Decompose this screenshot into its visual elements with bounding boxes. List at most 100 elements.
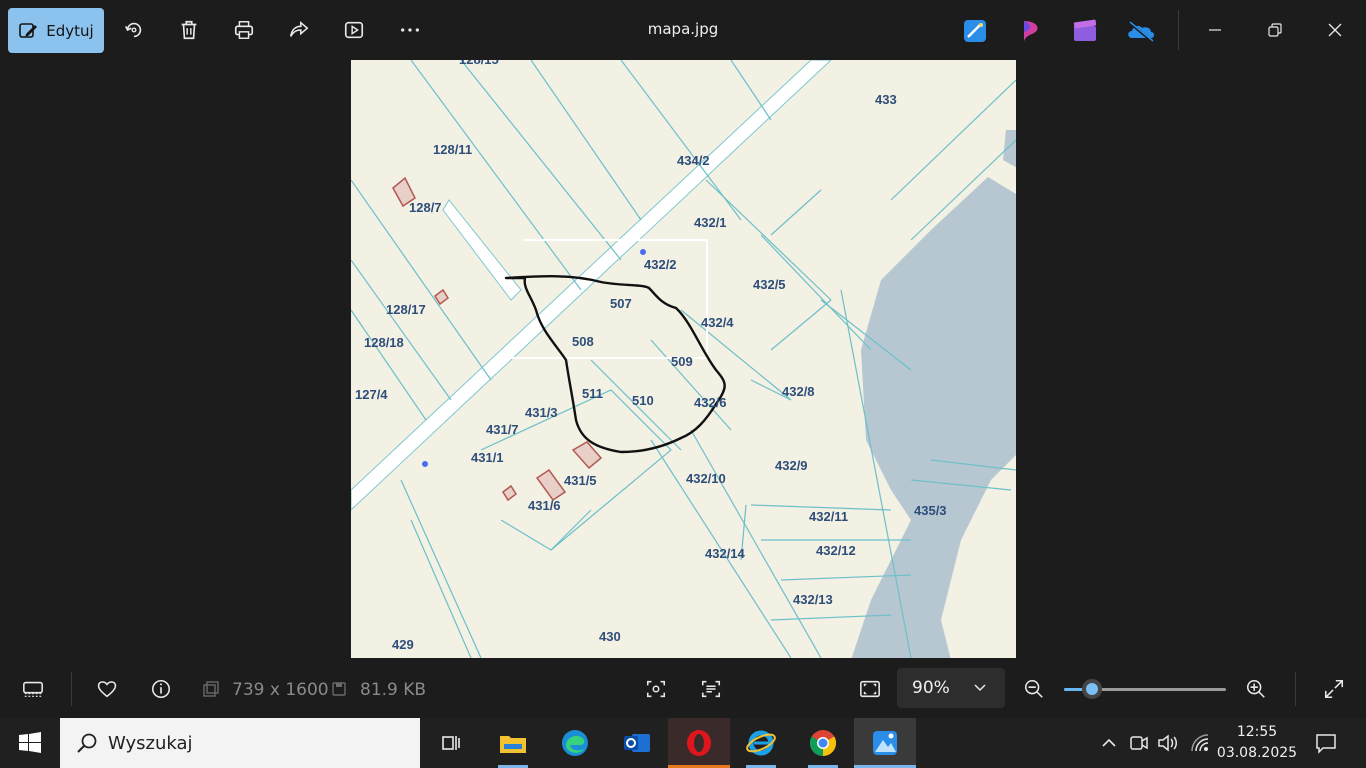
chevron-down-icon <box>974 684 986 692</box>
parcel-label: 435/3 <box>914 503 947 518</box>
parcel-label: 432/5 <box>753 277 786 292</box>
rotate-button[interactable] <box>120 16 148 44</box>
taskbar-opera[interactable] <box>668 718 730 768</box>
parcel-label: 432/8 <box>782 384 815 399</box>
dimensions-icon <box>203 681 219 697</box>
zoom-out-button[interactable] <box>1021 676 1047 702</box>
parcel-label: 431/3 <box>525 405 558 420</box>
side-road <box>442 199 522 301</box>
parcel-label: 432/10 <box>686 471 726 486</box>
internet-explorer-icon <box>746 730 776 756</box>
play-icon <box>344 21 364 39</box>
chevron-up-icon <box>1102 738 1116 747</box>
parcel-label: 432/11 <box>809 509 848 524</box>
search-icon <box>77 733 97 753</box>
chrome-icon <box>809 730 837 757</box>
zoom-slider[interactable] <box>1064 679 1226 699</box>
photos-editor-icon[interactable] <box>962 18 988 44</box>
zoom-dropdown[interactable]: 90% <box>897 668 1005 708</box>
survey-point <box>422 461 428 467</box>
onedrive-off-icon[interactable] <box>1126 18 1156 44</box>
window-title: mapa.jpg <box>647 20 719 38</box>
fit-window-icon <box>860 680 880 698</box>
parcel-label: 128/15 <box>459 60 499 67</box>
image-canvas[interactable]: 128/11 128/7 128/17 128/18 127/4 433 434/2 432/… <box>351 60 1016 658</box>
parcel-label: 431/7 <box>486 422 519 437</box>
close-button[interactable] <box>1315 12 1355 48</box>
taskbar-outlook[interactable] <box>606 718 668 768</box>
top-toolbar: Edytuj mapa.jpg <box>0 0 1366 60</box>
parcel-label: 432/12 <box>816 543 856 558</box>
windows-logo-icon <box>19 732 41 753</box>
survey-point <box>640 249 646 255</box>
minimize-button[interactable] <box>1195 12 1235 48</box>
restore-icon <box>1268 23 1282 37</box>
parcel-label: 507 <box>610 296 632 311</box>
windows-taskbar: Wyszukaj 12:55 03.08.2025 <box>0 718 1366 768</box>
zoom-slider-thumb[interactable] <box>1081 679 1102 699</box>
parcel-label: 431/6 <box>528 498 561 513</box>
file-size: 81.9 KB <box>360 680 427 700</box>
info-icon <box>151 679 171 699</box>
speaker-icon <box>1158 734 1177 752</box>
tray-overflow-button[interactable] <box>1098 732 1120 754</box>
edit-button[interactable]: Edytuj <box>8 8 104 53</box>
tray-camera[interactable] <box>1128 732 1150 754</box>
taskbar-file-explorer[interactable] <box>482 718 544 768</box>
heart-icon <box>97 681 117 698</box>
tray-volume[interactable] <box>1157 732 1179 754</box>
text-scan-button[interactable] <box>698 676 724 702</box>
clock-time: 12:55 <box>1236 724 1278 740</box>
tray-network[interactable] <box>1189 732 1211 754</box>
expand-icon <box>1324 679 1344 699</box>
designer-icon[interactable] <box>1018 18 1044 44</box>
opera-icon <box>687 730 711 756</box>
filmstrip-icon <box>23 681 43 697</box>
minimize-icon <box>1209 29 1221 31</box>
taskbar-clock[interactable]: 12:55 03.08.2025 <box>1214 722 1300 764</box>
share-button[interactable] <box>285 16 313 44</box>
taskbar-edge[interactable] <box>544 718 606 768</box>
parcel-label: 432/9 <box>775 458 808 473</box>
outlook-icon <box>624 734 650 752</box>
share-icon <box>289 20 309 37</box>
notification-icon <box>1316 734 1336 754</box>
fullscreen-button[interactable] <box>1321 676 1347 702</box>
parcel-label: 511 <box>582 386 603 401</box>
favorite-button[interactable] <box>94 676 120 702</box>
taskbar-internet-explorer[interactable] <box>730 718 792 768</box>
print-button[interactable] <box>230 16 258 44</box>
edge-icon <box>562 730 588 756</box>
parcel-label: 432/2 <box>644 257 677 272</box>
parcel-label: 432/1 <box>694 215 727 230</box>
visual-search-icon <box>646 680 666 698</box>
start-button[interactable] <box>0 718 60 768</box>
cadastral-map: 128/11 128/7 128/17 128/18 127/4 433 434/2 432/… <box>351 60 1016 658</box>
parcel-label: 432/14 <box>705 546 746 561</box>
delete-button[interactable] <box>175 16 203 44</box>
more-button[interactable] <box>396 16 424 44</box>
taskbar-photos[interactable] <box>854 718 916 768</box>
parcel-label: 432/13 <box>793 592 833 607</box>
task-view-button[interactable] <box>420 718 482 768</box>
parcel-label: 128/11 <box>433 142 472 157</box>
fit-to-window-button[interactable] <box>857 676 883 702</box>
restore-button[interactable] <box>1255 12 1295 48</box>
visual-search-button[interactable] <box>643 676 669 702</box>
info-button[interactable] <box>148 676 174 702</box>
filmstrip-button[interactable] <box>20 676 46 702</box>
slideshow-button[interactable] <box>340 16 368 44</box>
taskbar-chrome[interactable] <box>792 718 854 768</box>
zoom-in-button[interactable] <box>1243 676 1269 702</box>
file-size-icon <box>332 682 346 696</box>
notifications-button[interactable] <box>1314 731 1338 755</box>
parcel-label: 434/2 <box>677 153 710 168</box>
parcel-label: 128/7 <box>409 200 442 215</box>
taskbar-search[interactable]: Wyszukaj <box>60 718 420 768</box>
parcel-label: 510 <box>632 393 654 408</box>
task-view-icon <box>442 736 460 750</box>
parcel-label: 432/6 <box>694 395 727 410</box>
zoom-out-icon <box>1024 679 1043 698</box>
parcel-label: 127/4 <box>355 387 388 402</box>
clipchamp-icon[interactable] <box>1072 18 1098 44</box>
